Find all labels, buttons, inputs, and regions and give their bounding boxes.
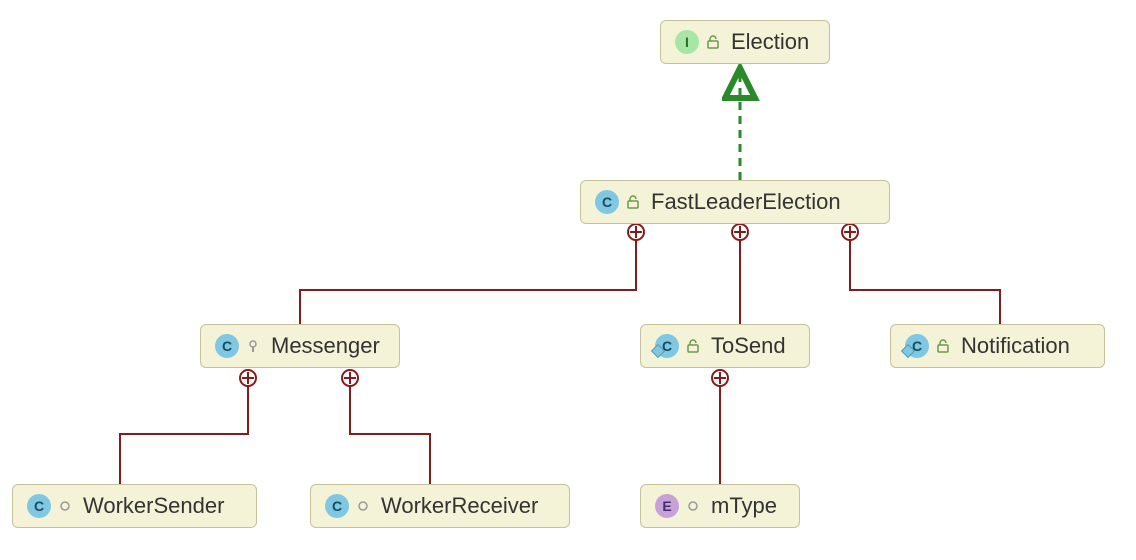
class-icon: C [27, 494, 51, 518]
edge-contain-messenger [300, 240, 636, 324]
edge-contain-notification [850, 240, 1000, 324]
default-visibility-icon [685, 498, 701, 514]
node-fastleaderelection[interactable]: C FastLeaderElection [580, 180, 890, 224]
enum-icon: E [655, 494, 679, 518]
edge-contain-workerreceiver [350, 386, 430, 484]
node-messenger[interactable]: C Messenger [200, 324, 400, 368]
containment-marker [712, 370, 728, 386]
containment-marker [342, 370, 358, 386]
public-visibility-icon [935, 338, 951, 354]
node-notification[interactable]: C Notification [890, 324, 1105, 368]
node-label: FastLeaderElection [651, 189, 841, 215]
node-label: WorkerReceiver [381, 493, 538, 519]
public-visibility-icon [625, 194, 641, 210]
node-label: Notification [961, 333, 1070, 359]
containment-marker [842, 224, 858, 240]
node-workerreceiver[interactable]: C WorkerReceiver [310, 484, 570, 528]
class-icon: C [325, 494, 349, 518]
connector-layer [0, 0, 1136, 560]
edge-contain-workersender [120, 386, 248, 484]
node-label: mType [711, 493, 777, 519]
package-visibility-icon [245, 338, 261, 354]
node-election[interactable]: I Election [660, 20, 830, 64]
public-visibility-icon [705, 34, 721, 50]
interface-icon: I [675, 30, 699, 54]
node-label: WorkerSender [83, 493, 224, 519]
node-label: ToSend [711, 333, 786, 359]
containment-marker [240, 370, 256, 386]
node-label: Election [731, 29, 809, 55]
node-label: Messenger [271, 333, 380, 359]
public-visibility-icon [685, 338, 701, 354]
default-visibility-icon [57, 498, 73, 514]
node-tosend[interactable]: C ToSend [640, 324, 810, 368]
containment-marker [732, 224, 748, 240]
class-icon: C [215, 334, 239, 358]
node-workersender[interactable]: C WorkerSender [12, 484, 257, 528]
class-icon: C [595, 190, 619, 214]
containment-marker [628, 224, 644, 240]
default-visibility-icon [355, 498, 371, 514]
node-mtype[interactable]: E mType [640, 484, 800, 528]
